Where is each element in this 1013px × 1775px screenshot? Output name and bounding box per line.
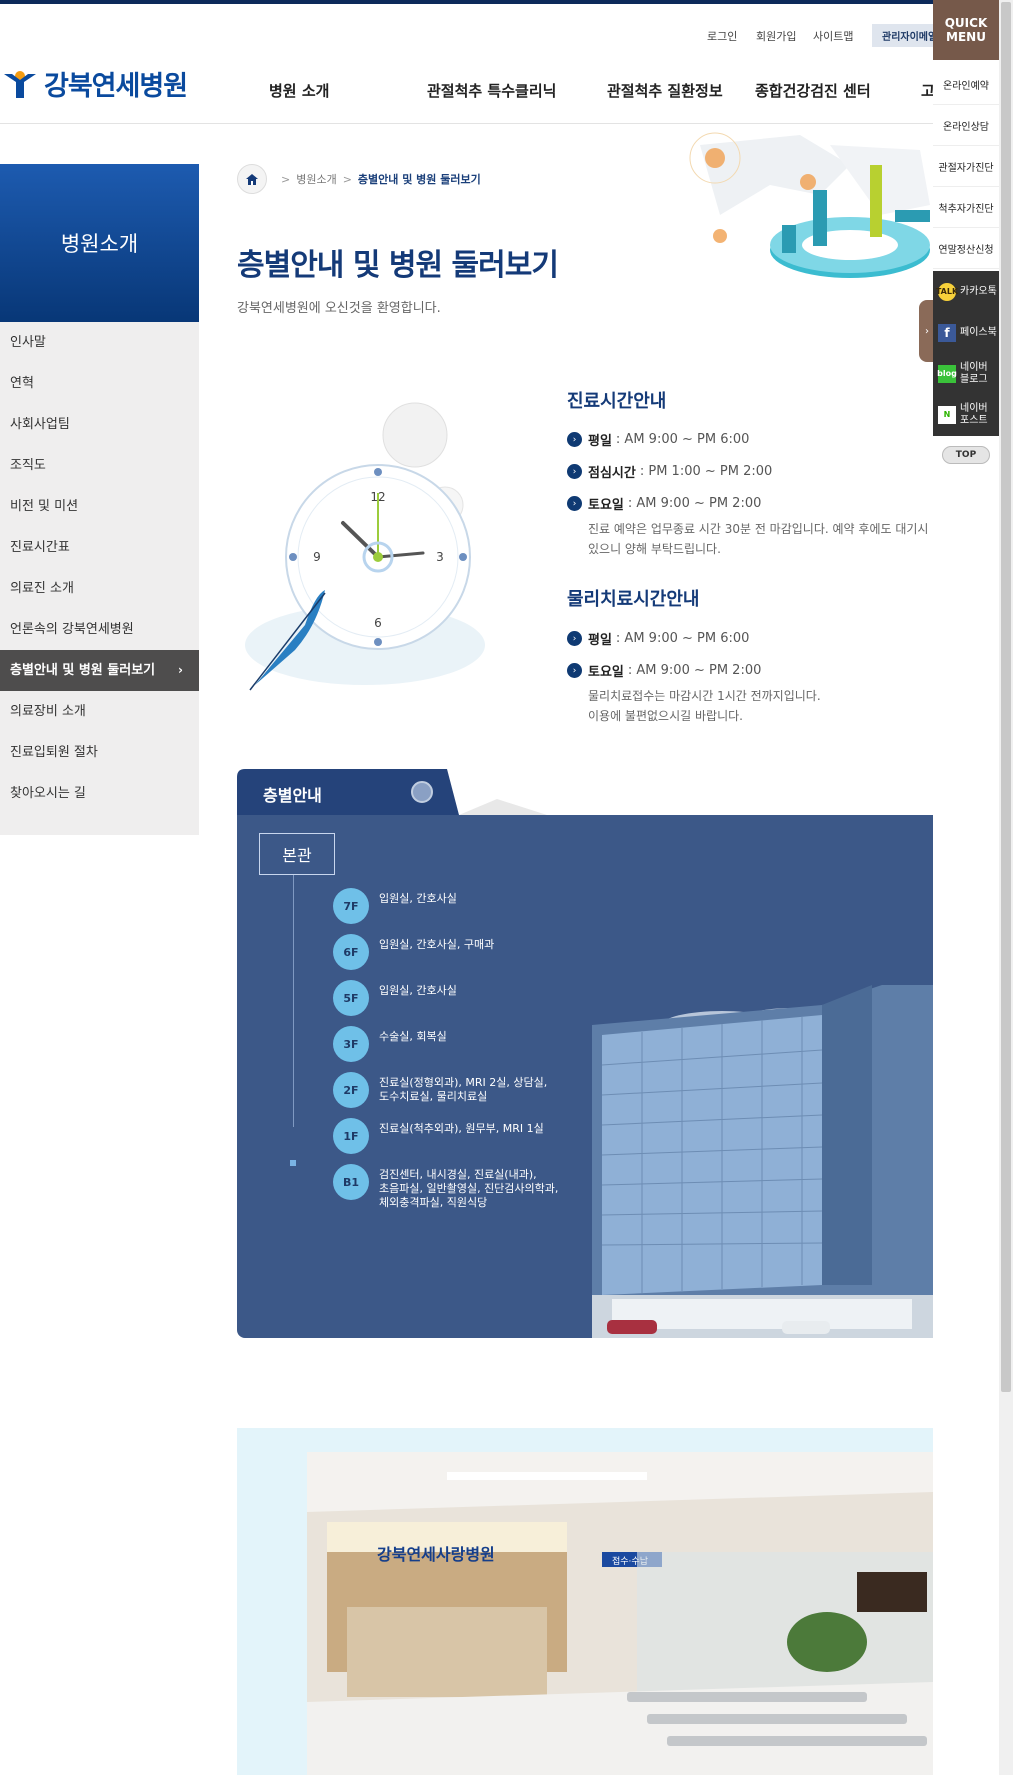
lnb-item-greeting[interactable]: 인사말	[0, 322, 199, 363]
floor-7f: 7F 입원실, 간호사실	[333, 888, 579, 924]
quick-joint-self-check[interactable]: 관절자가진단	[933, 146, 999, 187]
lobby-sign: 강북연세사랑병원	[377, 1545, 495, 1564]
clock-3: 3	[436, 550, 444, 564]
lnb-item-directions[interactable]: 찾아오시는 길	[0, 773, 199, 814]
hours-title: 진료시간안내	[567, 391, 667, 412]
floor-guide-emblem-icon	[411, 781, 433, 803]
header-divider	[0, 123, 933, 124]
quick-menu: QUICK MENU 온라인예약 온라인상담 관절자가진단 척추자가진단 연말정…	[933, 0, 999, 1775]
decorative-chart-graphic	[689, 132, 930, 278]
quick-menu-title: QUICK MENU	[933, 0, 999, 60]
clock-6: 6	[374, 616, 382, 630]
floor-5f: 5F 입원실, 간호사실	[333, 980, 579, 1016]
lnb-item-history[interactable]: 연혁	[0, 363, 199, 404]
quick-spine-self-check[interactable]: 척추자가진단	[933, 187, 999, 228]
hours-note-1: 진료 예약은 업무종료 시간 30분 전 마감입니다. 예약 후에도 대기시	[588, 522, 929, 536]
kakaotalk-link[interactable]: TALK 카카오톡	[933, 271, 999, 312]
lnb-item-doctors[interactable]: 의료진 소개	[0, 568, 199, 609]
naver-blog-link[interactable]: blog 네이버 블로그	[933, 353, 999, 394]
floor-guide-tab-label: 층별안내	[263, 786, 322, 805]
logo-text: 강북연세병원	[44, 71, 188, 102]
hours-lunch: › 점심시간: PM 1:00 ~ PM 2:00	[567, 462, 772, 481]
facebook-link[interactable]: f 페이스북	[933, 312, 999, 353]
arrow-bullet-icon: ›	[567, 631, 582, 646]
floor-guide-panel: 본관 7F 입원실, 간호사실 6F 입원실, 간호사실, 구매과 5F 입원실, 간…	[237, 815, 933, 1338]
clock-illustration: 12 3 6 9	[245, 402, 485, 691]
quick-online-reservation[interactable]: 온라인예약	[933, 64, 999, 105]
hours-note-2: 있으니 양해 부탁드립니다.	[588, 542, 721, 556]
quick-tax-request[interactable]: 연말정산신청	[933, 228, 999, 269]
lnb-item-admission[interactable]: 진료입퇴원 절차	[0, 732, 199, 773]
gnb-hospital-intro[interactable]: 병원 소개	[269, 80, 329, 101]
scrollbar-thumb[interactable]	[1001, 2, 1011, 1392]
lnb-item-floor-guide-label: 층별안내 및 병원 둘러보기	[10, 663, 156, 678]
scrollbar[interactable]	[999, 0, 1013, 1775]
floor-6f: 6F 입원실, 간호사실, 구매과	[333, 934, 579, 970]
lnb-item-schedule[interactable]: 진료시간표	[0, 527, 199, 568]
hospital-logo[interactable]: 강북연세병원	[2, 64, 188, 103]
pt-note-2: 이용에 불편없으시길 바랍니다.	[588, 709, 743, 723]
floor-timeline-line	[293, 875, 294, 1127]
lnb-item-org-chart[interactable]: 조직도	[0, 445, 199, 486]
lnb-item-vision[interactable]: 비전 및 미션	[0, 486, 199, 527]
naver-post-icon: N	[938, 405, 956, 424]
arrow-bullet-icon: ›	[567, 663, 582, 678]
breadcrumb-separator: >	[342, 172, 352, 186]
arrow-bullet-icon: ›	[567, 432, 582, 447]
logo-mark-icon	[4, 70, 36, 98]
facebook-icon: f	[938, 323, 956, 342]
breadcrumb-separator: >	[281, 172, 291, 186]
chevron-right-icon: ›	[178, 663, 183, 677]
pt-hours-title: 물리치료시간안내	[567, 589, 700, 610]
pt-hours-saturday: › 토요일: AM 9:00 ~ PM 2:00	[567, 661, 761, 680]
breadcrumb-level1[interactable]: 병원소개	[296, 171, 336, 187]
sitemap-link[interactable]: 사이트맵	[813, 28, 853, 44]
naver-blog-icon: blog	[937, 364, 957, 383]
lnb-item-floor-guide[interactable]: 층별안내 및 병원 둘러보기 ›	[0, 650, 199, 691]
kakaotalk-icon: TALK	[936, 282, 958, 301]
pt-note-1: 물리치료접수는 마감시간 1시간 전까지입니다.	[588, 689, 821, 703]
floor-guide-tab: 층별안내	[237, 769, 547, 815]
arrow-bullet-icon: ›	[567, 464, 582, 479]
floor-2f: 2F 진료실(정형외과), MRI 2실, 상담실, 도수치료실, 물리치료실	[333, 1072, 579, 1108]
login-link[interactable]: 로그인	[707, 28, 737, 44]
hours-weekday: › 평일: AM 9:00 ~ PM 6:00	[567, 430, 749, 449]
floor-1f: 1F 진료실(척추외과), 원무부, MRI 1실	[333, 1118, 579, 1154]
lobby-photo: 강북연세사랑병원 접수·수납	[307, 1452, 933, 1775]
hospital-building-image	[592, 985, 933, 1338]
arrow-bullet-icon: ›	[567, 496, 582, 511]
lnb-item-equipment[interactable]: 의료장비 소개	[0, 691, 199, 732]
pt-hours-weekday: › 평일: AM 9:00 ~ PM 6:00	[567, 629, 749, 648]
gnb-special-clinic[interactable]: 관절척추 특수클리닉	[427, 80, 556, 101]
scroll-top-button[interactable]: TOP	[942, 446, 990, 464]
page-subtitle: 강북연세병원에 오신것을 환영합니다.	[237, 301, 441, 316]
page-title: 층별안내 및 병원 둘러보기	[237, 248, 559, 283]
breadcrumb: > 병원소개 > 층별안내 및 병원 둘러보기	[237, 164, 481, 194]
naver-post-link[interactable]: N 네이버 포스트	[933, 394, 999, 435]
floor-timeline-end	[290, 1160, 296, 1166]
gnb-health-checkup[interactable]: 종합건강검진 센터	[755, 80, 871, 101]
gnb-disease-info[interactable]: 관절척추 질환정보	[607, 80, 723, 101]
home-icon[interactable]	[237, 164, 267, 194]
clock-9: 9	[313, 550, 321, 564]
signup-link[interactable]: 회원가입	[756, 28, 796, 44]
floor-b1: B1 검진센터, 내시경실, 진료실(내과), 초음파실, 일반촬영실, 진단검사…	[333, 1164, 579, 1210]
lnb-title: 병원소개	[0, 164, 199, 322]
lnb-item-social-work[interactable]: 사회사업팀	[0, 404, 199, 445]
building-label[interactable]: 본관	[259, 833, 335, 875]
hours-saturday: › 토요일: AM 9:00 ~ PM 2:00	[567, 494, 761, 513]
floor-3f: 3F 수술실, 회복실	[333, 1026, 579, 1062]
quick-online-consult[interactable]: 온라인상담	[933, 105, 999, 146]
lnb-item-press[interactable]: 언론속의 강북연세병원	[0, 609, 199, 650]
quick-sns-group: TALK 카카오톡 f 페이스북 blog 네이버 블로그 N 네이버 포스트	[933, 271, 999, 436]
top-accent-bar	[0, 0, 1013, 4]
breadcrumb-current: 층별안내 및 병원 둘러보기	[357, 173, 481, 186]
left-navigation: 인사말 연혁 사회사업팀 조직도 비전 및 미션 진료시간표 의료진 소개 언론…	[0, 322, 199, 835]
